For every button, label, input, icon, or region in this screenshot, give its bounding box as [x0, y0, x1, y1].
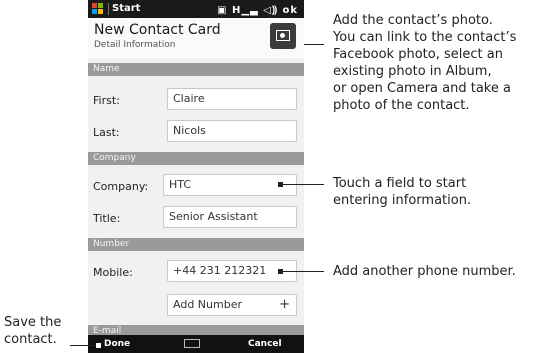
- callout-dot-save: [96, 343, 101, 348]
- first-name-label: First:: [93, 94, 120, 107]
- title-label: Title:: [93, 212, 121, 225]
- cancel-button[interactable]: Cancel: [248, 339, 282, 349]
- add-number-button[interactable]: Add Number +: [167, 294, 297, 316]
- contact-card-icon: [276, 30, 290, 41]
- status-icons[interactable]: ▣ H▁▃ ◁⸩ ok: [217, 2, 298, 16]
- divider: [108, 3, 109, 15]
- section-company: Company: [88, 152, 304, 165]
- callout-number: Add another phone number.: [333, 263, 557, 280]
- status-app-title[interactable]: Start: [112, 3, 140, 14]
- windows-start-icon[interactable]: [92, 3, 104, 15]
- title-field[interactable]: Senior Assistant: [163, 206, 297, 228]
- phone-screen: Start ▣ H▁▃ ◁⸩ ok New Contact Card Detai…: [88, 0, 304, 353]
- last-name-field[interactable]: Nicols: [167, 120, 297, 142]
- keyboard-icon[interactable]: [184, 339, 200, 348]
- company-label: Company:: [93, 180, 149, 193]
- done-button[interactable]: Done: [104, 339, 130, 349]
- callout-photo-line: photo of the contact.: [333, 98, 470, 113]
- callout-field-line: Touch a field to start: [333, 176, 467, 191]
- callout-photo-line: existing photo in Album,: [333, 64, 492, 79]
- plus-icon: +: [279, 297, 290, 312]
- callout-number-line: Add another phone number.: [333, 264, 516, 279]
- contact-photo-button[interactable]: [270, 23, 296, 49]
- callout-field-line: entering information.: [333, 193, 472, 208]
- add-number-label: Add Number: [173, 298, 242, 311]
- section-name: Name: [88, 63, 304, 76]
- page-header: New Contact Card Detail Information: [88, 18, 304, 58]
- callout-field: Touch a field to start entering informat…: [333, 175, 557, 209]
- first-name-field[interactable]: Claire: [167, 88, 297, 110]
- section-number: Number: [88, 238, 304, 251]
- callout-photo: Add the contact’s photo. You can link to…: [333, 12, 557, 114]
- callout-save-line: Save the: [4, 315, 62, 330]
- callout-line-number: [282, 271, 324, 272]
- callout-line-photo: [304, 44, 324, 45]
- company-field[interactable]: HTC: [163, 174, 297, 196]
- softkey-bar: Done Cancel: [88, 335, 304, 353]
- callout-save: Save the contact.: [4, 314, 84, 348]
- status-bar: Start ▣ H▁▃ ◁⸩ ok: [88, 0, 304, 18]
- page-subtitle: Detail Information: [94, 40, 176, 50]
- callout-photo-line: You can link to the contact’s: [333, 30, 517, 45]
- callout-line-field: [282, 184, 324, 185]
- callout-line-save: [70, 345, 98, 346]
- last-name-label: Last:: [93, 126, 120, 139]
- callout-photo-line: Add the contact’s photo.: [333, 13, 493, 28]
- callout-photo-line: or open Camera and take a: [333, 81, 511, 96]
- callout-photo-line: Facebook photo, select an: [333, 47, 503, 62]
- page-title: New Contact Card: [94, 22, 221, 38]
- mobile-label: Mobile:: [93, 266, 133, 279]
